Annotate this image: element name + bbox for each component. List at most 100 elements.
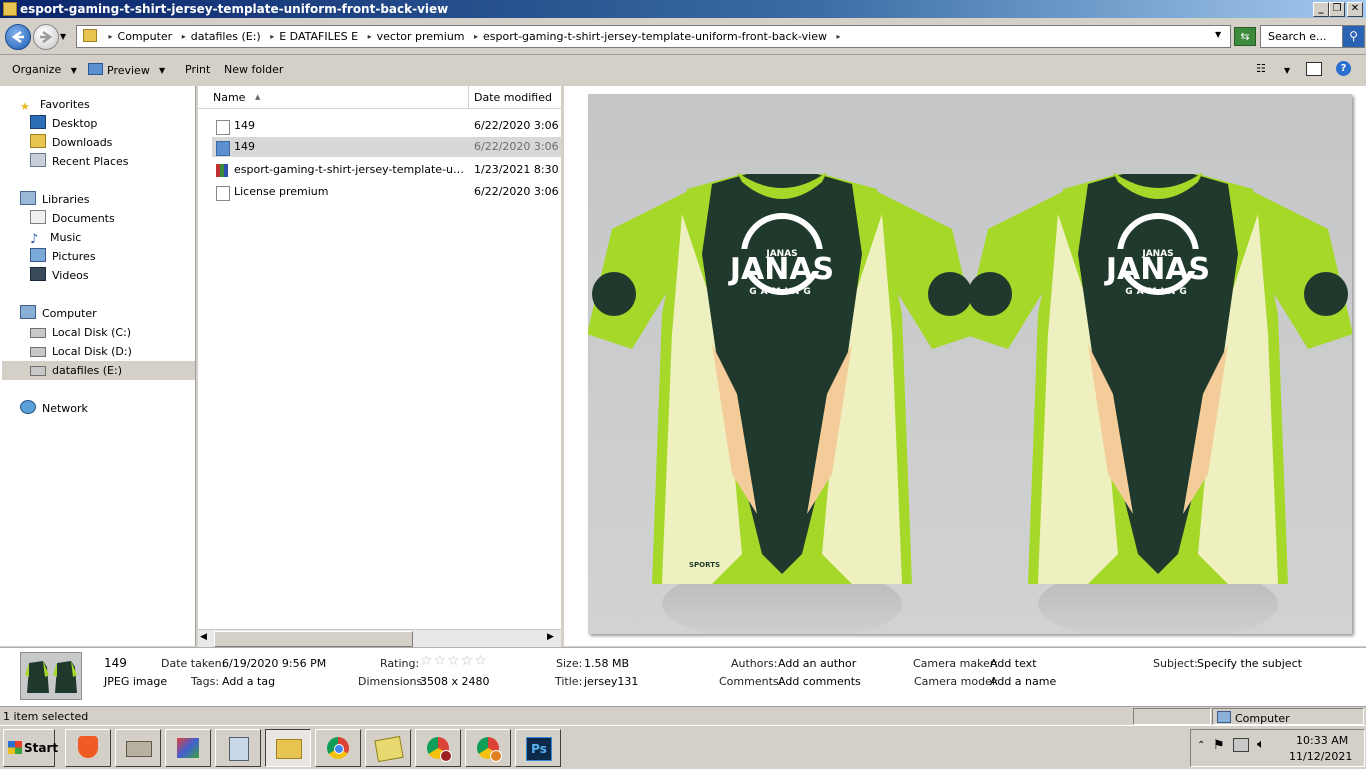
- minimize-button[interactable]: _: [1313, 2, 1329, 17]
- size-value: 1.58 MB: [584, 657, 630, 670]
- nav-local-disk-d[interactable]: Local Disk (D:): [30, 342, 132, 361]
- title-bar: esport-gaming-t-shirt-jersey-template-un…: [0, 0, 1366, 18]
- comments-value[interactable]: Add comments: [778, 675, 861, 688]
- column-name[interactable]: Name ▲: [213, 91, 260, 104]
- music-icon: ♪: [30, 232, 39, 247]
- column-date-modified[interactable]: Date modified: [474, 91, 552, 104]
- clock-date[interactable]: 11/12/2021: [1289, 750, 1352, 763]
- new-folder-button[interactable]: New folder: [224, 63, 283, 76]
- file-name: esport-gaming-t-shirt-jersey-template-un…: [234, 163, 466, 176]
- address-bar: ▼ ▸ Computer ▸ datafiles (E:) ▸ E DATAFILES…: [0, 18, 1366, 55]
- chevron-right-icon[interactable]: ▸: [270, 32, 274, 41]
- nav-datafiles-e[interactable]: datafiles (E:): [2, 361, 195, 380]
- breadcrumb-e-datafiles[interactable]: E DATAFILES E: [279, 30, 358, 43]
- jersey-brand-line1: JANAS: [1104, 252, 1210, 287]
- subject-label: Subject:: [1153, 657, 1198, 670]
- search-button[interactable]: ⚲: [1342, 25, 1365, 48]
- breadcrumb-current-folder[interactable]: esport-gaming-t-shirt-jersey-template-un…: [483, 30, 827, 43]
- star-icon: ★: [20, 100, 30, 113]
- chevron-right-icon[interactable]: ▸: [182, 32, 186, 41]
- profile-badge-icon: [440, 750, 452, 762]
- preview-pane-toggle-icon[interactable]: [1306, 62, 1322, 76]
- tags-value[interactable]: Add a tag: [222, 675, 275, 688]
- back-button[interactable]: [5, 24, 31, 50]
- organize-button[interactable]: Organize ▼: [12, 63, 77, 76]
- volume-icon[interactable]: 🔈︎: [1257, 737, 1265, 752]
- close-button[interactable]: ✕: [1347, 2, 1363, 17]
- nav-documents[interactable]: Documents: [30, 209, 115, 228]
- nav-local-disk-c[interactable]: Local Disk (C:): [30, 323, 131, 342]
- restore-button[interactable]: ❐: [1329, 2, 1345, 17]
- column-divider[interactable]: [468, 86, 469, 108]
- file-row[interactable]: License premium 6/22/2020 3:06 PM: [212, 182, 561, 202]
- preview-button[interactable]: Preview: [88, 63, 150, 77]
- preview-dropdown-icon[interactable]: ▼: [159, 66, 165, 75]
- subject-value[interactable]: Specify the subject: [1197, 657, 1302, 670]
- scrollbar-thumb[interactable]: [214, 631, 413, 647]
- clock-time[interactable]: 10:33 AM: [1296, 734, 1348, 747]
- breadcrumb-datafiles[interactable]: datafiles (E:): [191, 30, 261, 43]
- chevron-right-icon[interactable]: ▸: [474, 32, 478, 41]
- taskbar-brave[interactable]: [65, 729, 111, 767]
- taskbar-chrome[interactable]: [315, 729, 361, 767]
- photoshop-icon: Ps: [526, 737, 552, 761]
- nav-favorites[interactable]: ★ Favorites: [20, 95, 90, 114]
- nav-desktop[interactable]: Desktop: [30, 114, 97, 133]
- view-options-icon[interactable]: ☷: [1256, 62, 1266, 75]
- show-hidden-icons-icon[interactable]: ⌃: [1197, 740, 1205, 751]
- refresh-button[interactable]: ⇆: [1234, 27, 1256, 46]
- scroll-right-icon[interactable]: ▶: [547, 632, 554, 642]
- nav-pictures[interactable]: Pictures: [30, 247, 96, 266]
- authors-value[interactable]: Add an author: [778, 657, 856, 670]
- nav-libraries[interactable]: Libraries: [20, 190, 90, 209]
- address-field[interactable]: ▸ Computer ▸ datafiles (E:) ▸ E DATAFILES E…: [76, 25, 1231, 48]
- chevron-right-icon[interactable]: ▸: [836, 32, 840, 41]
- preview-icon: [88, 63, 103, 75]
- date-taken-value[interactable]: 6/19/2020 9:56 PM: [222, 657, 326, 670]
- address-dropdown-icon[interactable]: ▼: [1215, 30, 1221, 39]
- file-row[interactable]: 149 6/22/2020 3:06 PM: [212, 116, 561, 136]
- nav-music[interactable]: ♪ Music: [30, 228, 81, 247]
- tags-label: Tags:: [191, 675, 220, 688]
- start-button[interactable]: Start: [3, 729, 58, 767]
- dimensions-label: Dimensions:: [358, 675, 426, 688]
- date-taken-label: Date taken:: [161, 657, 226, 670]
- breadcrumb-computer[interactable]: Computer: [118, 30, 173, 43]
- file-name: 149: [234, 119, 255, 132]
- view-dropdown-icon[interactable]: ▼: [1284, 66, 1290, 75]
- search-input[interactable]: Search e...: [1260, 25, 1344, 48]
- title-value[interactable]: jersey131: [584, 675, 638, 688]
- file-row[interactable]: esport-gaming-t-shirt-jersey-template-un…: [212, 160, 561, 180]
- rating-stars-icon[interactable]: ☆☆☆☆☆: [420, 653, 488, 669]
- search-icon: ⚲: [1349, 29, 1358, 43]
- forward-button[interactable]: [33, 24, 59, 50]
- nav-network[interactable]: Network: [20, 399, 88, 418]
- breadcrumb-vector-premium[interactable]: vector premium: [377, 30, 465, 43]
- scroll-left-icon[interactable]: ◀: [200, 632, 207, 642]
- recent-pages-chevron-icon[interactable]: ▼: [60, 32, 66, 41]
- nav-downloads[interactable]: Downloads: [30, 133, 112, 152]
- taskbar-app-tools[interactable]: [165, 729, 211, 767]
- camera-model-value[interactable]: Add a name: [990, 675, 1056, 688]
- horizontal-scrollbar[interactable]: ◀ ▶: [198, 629, 561, 647]
- chevron-right-icon[interactable]: ▸: [368, 32, 372, 41]
- taskbar-explorer[interactable]: [265, 729, 311, 767]
- taskbar-app-printer[interactable]: [115, 729, 161, 767]
- print-button[interactable]: Print: [185, 63, 210, 76]
- drive-icon: [30, 347, 46, 357]
- network-tray-icon[interactable]: [1233, 738, 1249, 752]
- help-icon[interactable]: ?: [1336, 61, 1351, 76]
- nav-computer[interactable]: Computer: [20, 304, 97, 323]
- taskbar-chrome-profile[interactable]: [415, 729, 461, 767]
- nav-recent-places[interactable]: Recent Places: [30, 152, 129, 171]
- action-center-flag-icon[interactable]: ⚑: [1213, 738, 1225, 753]
- taskbar-photoshop[interactable]: Ps: [515, 729, 561, 767]
- chevron-right-icon[interactable]: ▸: [109, 32, 113, 41]
- taskbar-calculator[interactable]: [215, 729, 261, 767]
- jersey-maker-label: SPORTS: [689, 561, 720, 569]
- nav-videos[interactable]: Videos: [30, 266, 89, 285]
- taskbar-app-notes[interactable]: [365, 729, 411, 767]
- file-row-selected[interactable]: 149 6/22/2020 3:06 PM: [212, 137, 561, 157]
- camera-maker-value[interactable]: Add text: [990, 657, 1037, 670]
- taskbar-chrome-profile-2[interactable]: [465, 729, 511, 767]
